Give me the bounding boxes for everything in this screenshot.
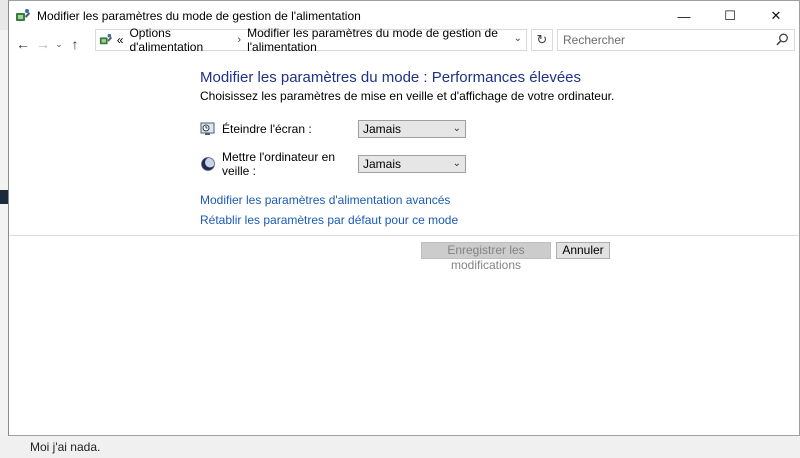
- search-icon[interactable]: [776, 33, 789, 46]
- search-placeholder: Rechercher: [563, 33, 626, 47]
- advanced-settings-link[interactable]: Modifier les paramètres d'alimentation a…: [200, 193, 450, 207]
- chevron-right-icon[interactable]: ›: [237, 34, 241, 46]
- window-title: Modifier les paramètres du mode de gesti…: [37, 9, 361, 23]
- control-panel-window: Modifier les paramètres du mode de gesti…: [8, 0, 800, 436]
- sleep-timeout-select[interactable]: Jamais ⌄: [358, 155, 466, 173]
- minimize-button[interactable]: —: [661, 1, 707, 31]
- chevron-down-icon[interactable]: ⌄: [514, 33, 522, 44]
- background-strip: [0, 30, 8, 190]
- setting-label: Éteindre l'écran :: [222, 122, 312, 136]
- display-timeout-select[interactable]: Jamais ⌄: [358, 120, 466, 138]
- background-text: Moi j'ai nada.: [30, 440, 101, 454]
- page-subtitle: Choisissez les paramètres de mise en vei…: [200, 89, 615, 103]
- setting-turn-off-display: Éteindre l'écran : Jamais ⌄: [200, 120, 466, 138]
- background-strip: [0, 0, 8, 30]
- setting-label: Mettre l'ordinateur en veille :: [222, 150, 336, 178]
- breadcrumb-edit-plan[interactable]: Modifier les paramètres du mode de gesti…: [247, 26, 526, 54]
- divider: [9, 235, 799, 236]
- background-area: [0, 436, 800, 458]
- page-title: Modifier les paramètres du mode : Perfor…: [200, 69, 582, 86]
- breadcrumb-overflow[interactable]: «: [117, 33, 124, 47]
- select-value: Jamais: [363, 122, 402, 136]
- maximize-button[interactable]: ☐: [707, 1, 753, 31]
- address-bar[interactable]: « Options d'alimentation › Modifier les …: [95, 26, 527, 54]
- back-button[interactable]: ←: [13, 33, 33, 55]
- save-button[interactable]: Enregistrer les modifications: [421, 242, 551, 272]
- power-options-icon: [99, 33, 112, 45]
- moon-icon: [201, 157, 215, 171]
- refresh-button[interactable]: ↻: [531, 29, 553, 51]
- chevron-down-icon[interactable]: ⌄: [453, 121, 461, 137]
- background-strip: [0, 204, 8, 436]
- restore-defaults-link[interactable]: Rétablir les paramètres par défaut pour …: [200, 213, 458, 227]
- cancel-button[interactable]: Annuler: [556, 242, 610, 259]
- close-button[interactable]: ✕: [753, 1, 799, 31]
- up-button[interactable]: ↑: [65, 33, 85, 55]
- forward-button[interactable]: →: [33, 33, 53, 55]
- breadcrumb-power-options[interactable]: Options d'alimentation: [129, 26, 231, 54]
- power-options-icon: [16, 9, 30, 21]
- background-strip: [0, 190, 8, 204]
- chevron-down-icon[interactable]: ⌄: [453, 156, 461, 172]
- setting-sleep: Mettre l'ordinateur en veille : Jamais ⌄: [200, 150, 466, 178]
- select-value: Jamais: [363, 157, 402, 171]
- monitor-icon: [200, 122, 215, 135]
- search-input[interactable]: Rechercher: [557, 29, 795, 51]
- recent-locations-button[interactable]: ⌄: [53, 39, 65, 50]
